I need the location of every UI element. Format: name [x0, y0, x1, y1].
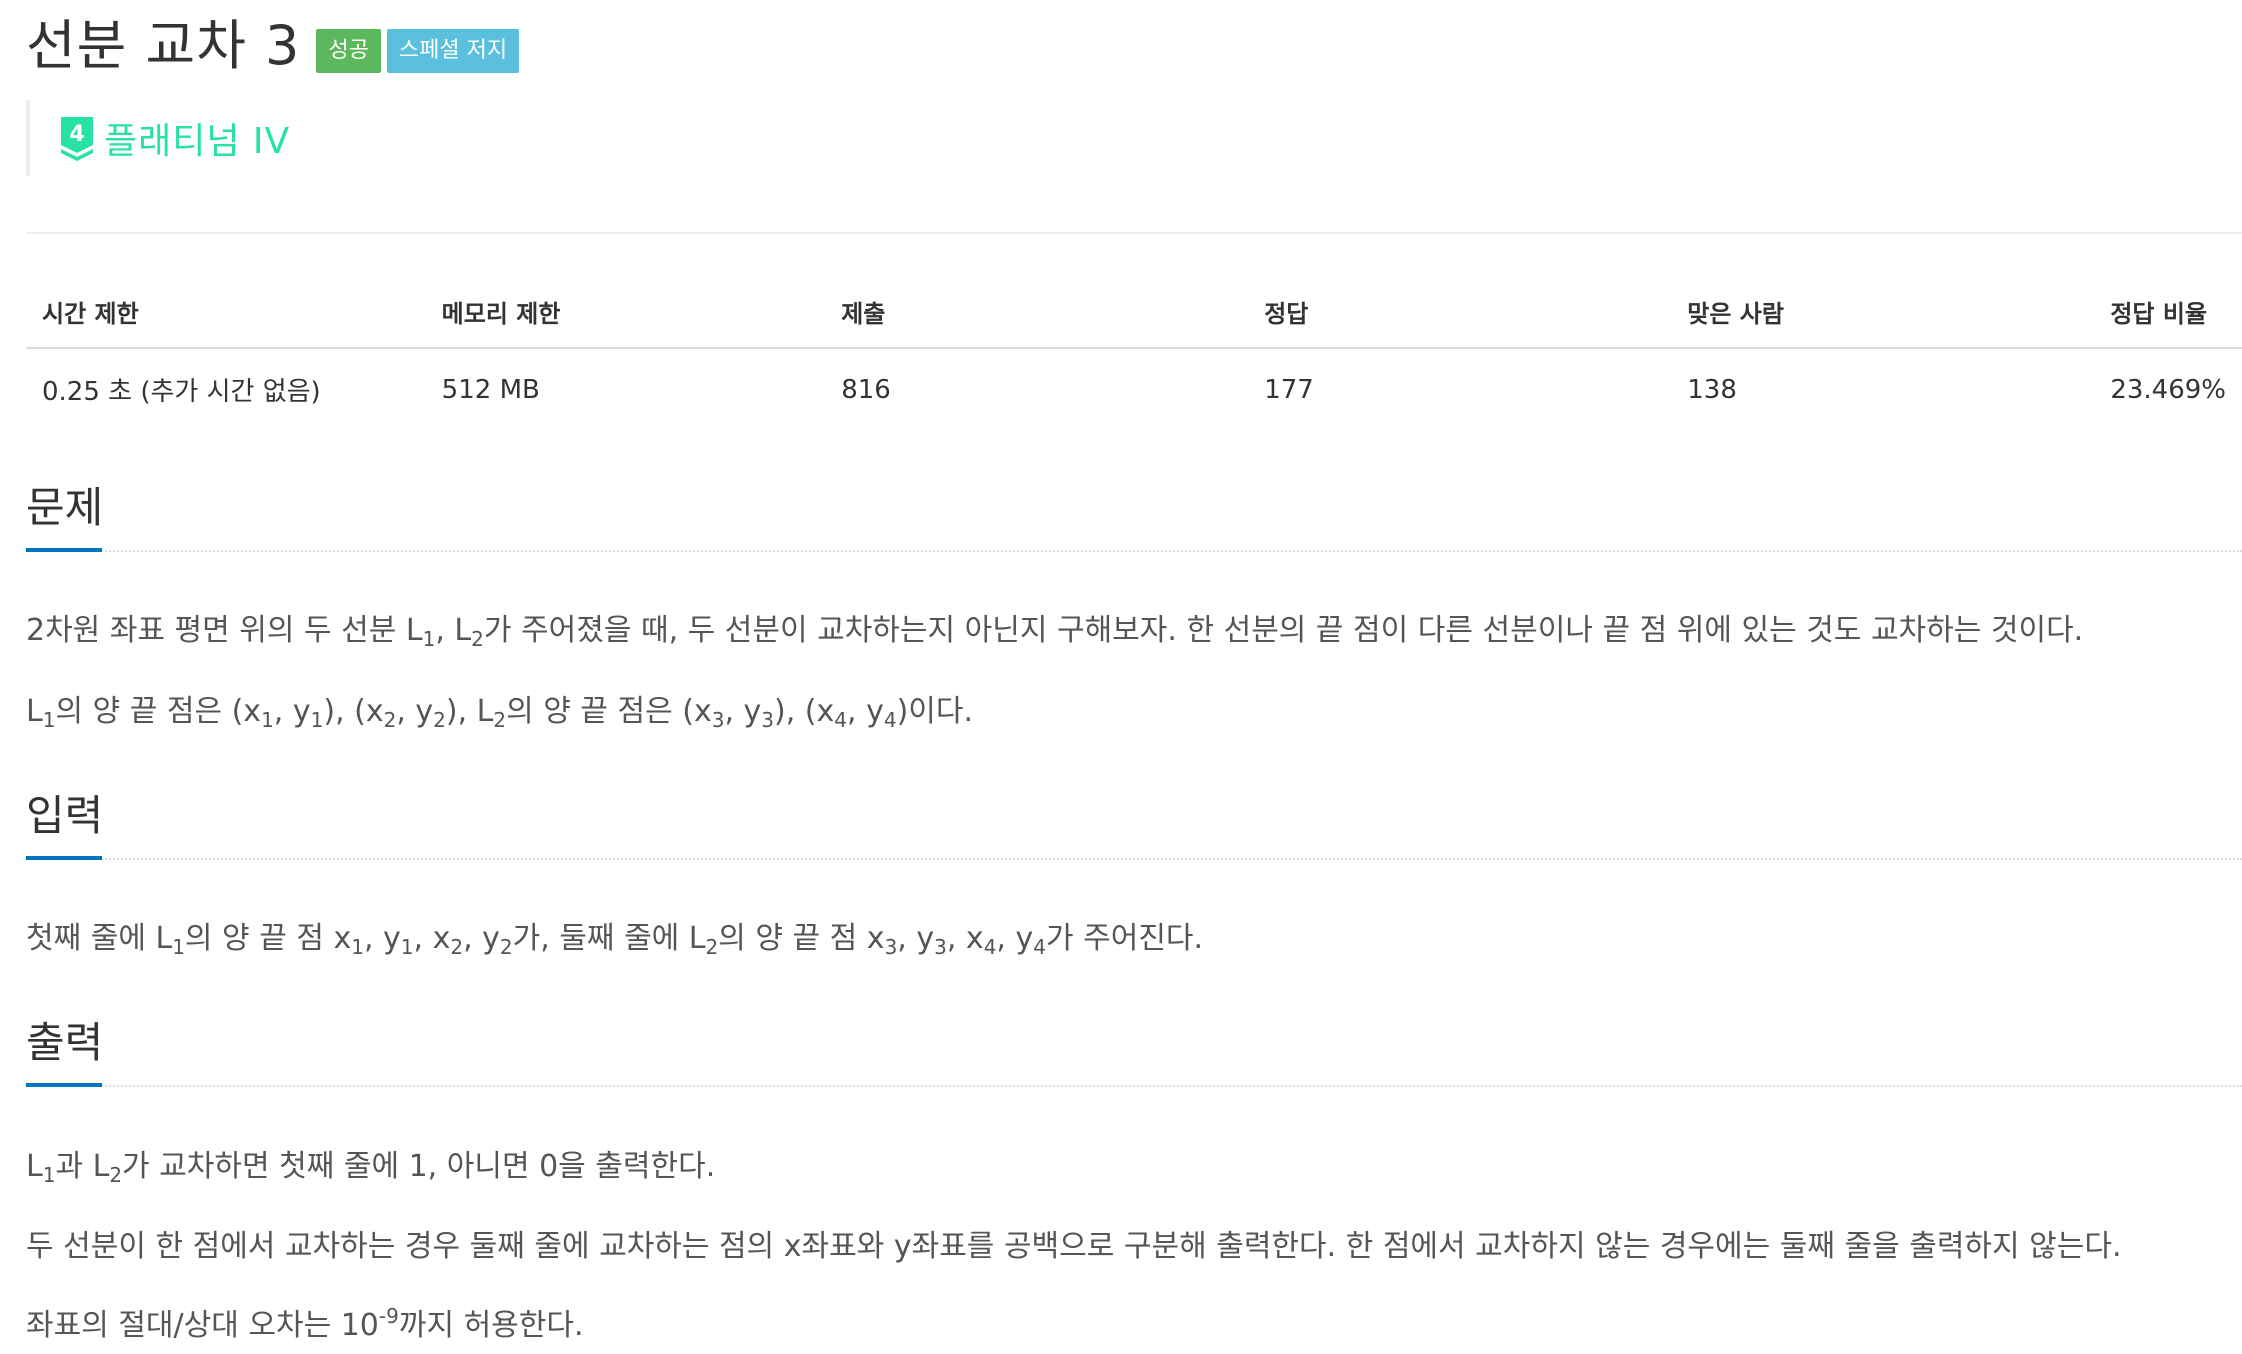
accepted-value[interactable]: 177: [1248, 348, 1671, 430]
section-divider: [26, 550, 2242, 552]
solvers-value[interactable]: 138: [1671, 348, 2094, 430]
header-time-limit: 시간 제한: [26, 276, 426, 349]
special-judge-badge[interactable]: 스페셜 저지: [386, 29, 520, 73]
table-header-row: 시간 제한 메모리 제한 제출 정답 맞은 사람 정답 비율: [26, 276, 2242, 349]
submissions-value[interactable]: 816: [825, 348, 1248, 430]
header-submissions: 제출: [825, 276, 1249, 349]
table-row: 0.25 초 (추가 시간 없음) 512 MB 816 177 138 23.…: [26, 348, 2242, 430]
header-memory-limit: 메모리 제한: [425, 276, 826, 349]
section-title-underline: [26, 548, 102, 552]
output-description-line-3: 좌표의 절대/상대 오차는 10-9까지 허용한다.: [26, 1304, 584, 1343]
top-divider: [26, 232, 2242, 234]
section-title-underline: [26, 1083, 102, 1087]
problem-description-line-1: 2차원 좌표 평면 위의 두 선분 L1, L2가 주어졌을 때, 두 선분이 …: [26, 613, 2084, 651]
problem-section-title: 문제: [26, 483, 104, 532]
section-title-underline: [26, 856, 102, 860]
output-section-title: 출력: [26, 1018, 104, 1067]
title-row: 선분 교차 3 성공 스페셜 저지: [26, 14, 520, 78]
output-section-header: 출력: [26, 1015, 2242, 1089]
output-description-line-2: 두 선분이 한 점에서 교차하는 경우 둘째 줄에 교차하는 점의 x좌표와 y…: [26, 1229, 2122, 1264]
tier-icon: 4: [61, 117, 93, 161]
accept-ratio-value: 23.469%: [2110, 374, 2226, 405]
problem-info-table: 시간 제한 메모리 제한 제출 정답 맞은 사람 정답 비율 0.25 초 (추…: [26, 276, 2242, 430]
tier-label[interactable]: 플래티넘 IV: [104, 112, 290, 164]
input-section-header: 입력: [26, 788, 2242, 862]
header-accept-ratio: 정답 비율: [2094, 276, 2242, 349]
problem-description-line-2: L1의 양 끝 점은 (x1, y1), (x2, y2), L2의 양 끝 점…: [26, 694, 974, 732]
memory-limit-value: 512 MB: [441, 374, 540, 405]
problem-section-header: 문제: [26, 480, 2242, 554]
tier-icon-number: 4: [69, 122, 84, 147]
tier-box: 4 플래티넘 IV: [26, 100, 290, 176]
header-solvers: 맞은 사람: [1671, 276, 2095, 349]
section-divider: [26, 858, 2242, 860]
problem-title: 선분 교차 3: [26, 14, 301, 77]
success-badge[interactable]: 성공: [316, 29, 381, 73]
problem-page: 선분 교차 3 성공 스페셜 저지 4 플래티넘 IV 시간 제한 메모리 제한…: [0, 0, 2242, 1354]
input-section-title: 입력: [26, 791, 104, 840]
time-limit-value: 0.25 초 (추가 시간 없음): [42, 377, 321, 407]
output-description-line-1: L1과 L2가 교차하면 첫째 줄에 1, 아니면 0을 출력한다.: [26, 1149, 716, 1187]
section-divider: [26, 1085, 2242, 1087]
header-accepted: 정답: [1248, 276, 1672, 349]
input-description: 첫째 줄에 L1의 양 끝 점 x1, y1, x2, y2가, 둘째 줄에 L…: [26, 921, 1204, 959]
